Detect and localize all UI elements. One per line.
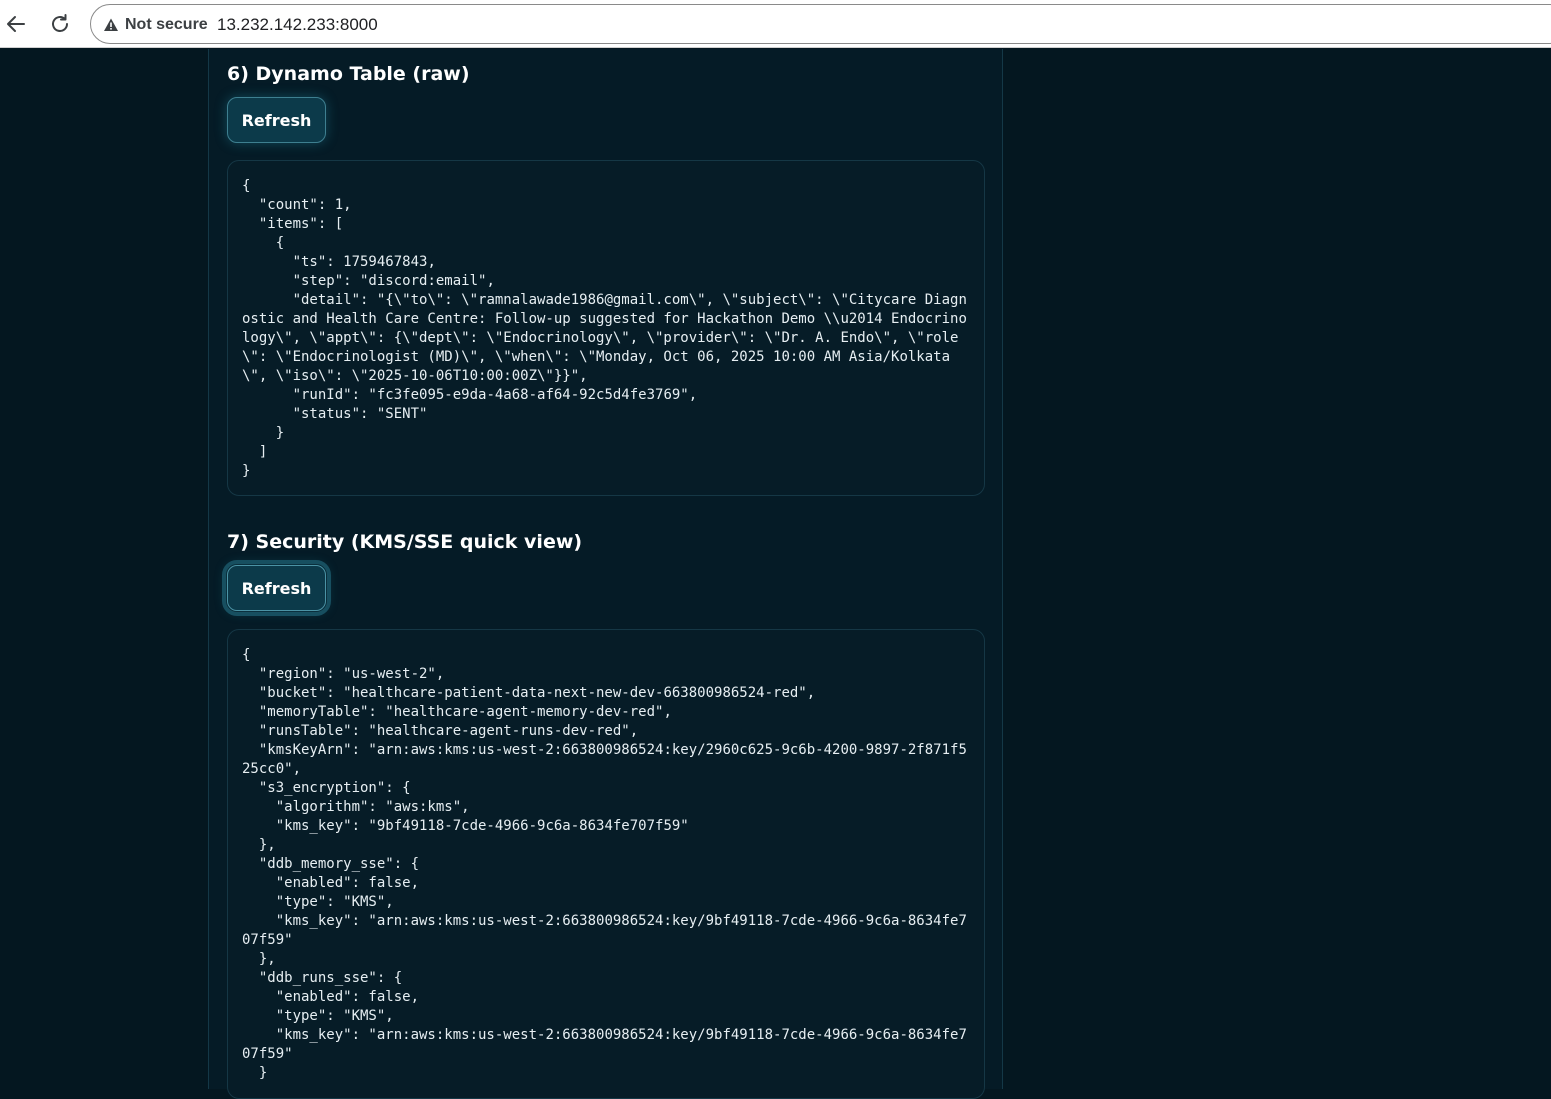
security-label: Not secure	[125, 16, 208, 33]
page-body: 6) Dynamo Table (raw) Refresh { "count":…	[0, 49, 1551, 1099]
address-bar[interactable]: Not secure 13.232.142.233:8000	[90, 4, 1551, 44]
warning-icon	[103, 17, 119, 33]
security-section-title: 7) Security (KMS/SSE quick view)	[227, 531, 583, 553]
back-button[interactable]	[2, 10, 30, 38]
security-indicator[interactable]: Not secure	[103, 14, 208, 36]
browser-toolbar: Not secure 13.232.142.233:8000	[0, 0, 1551, 48]
dynamo-section-title: 6) Dynamo Table (raw)	[227, 63, 470, 85]
dynamo-json-text: { "count": 1, "items": [ { "ts": 1759467…	[242, 178, 967, 479]
arrow-left-icon	[4, 12, 28, 36]
reload-button[interactable]	[46, 10, 74, 38]
reload-icon	[48, 12, 72, 36]
url-text[interactable]: 13.232.142.233:8000	[217, 15, 378, 35]
security-refresh-button[interactable]: Refresh	[222, 560, 331, 616]
security-json-panel: { "region": "us-west-2", "bucket": "heal…	[227, 629, 985, 1099]
dynamo-json-panel: { "count": 1, "items": [ { "ts": 1759467…	[227, 160, 985, 496]
dynamo-refresh-button[interactable]: Refresh	[227, 97, 326, 143]
main-column: 6) Dynamo Table (raw) Refresh { "count":…	[208, 49, 1003, 1099]
security-json-text: { "region": "us-west-2", "bucket": "heal…	[242, 647, 967, 1081]
